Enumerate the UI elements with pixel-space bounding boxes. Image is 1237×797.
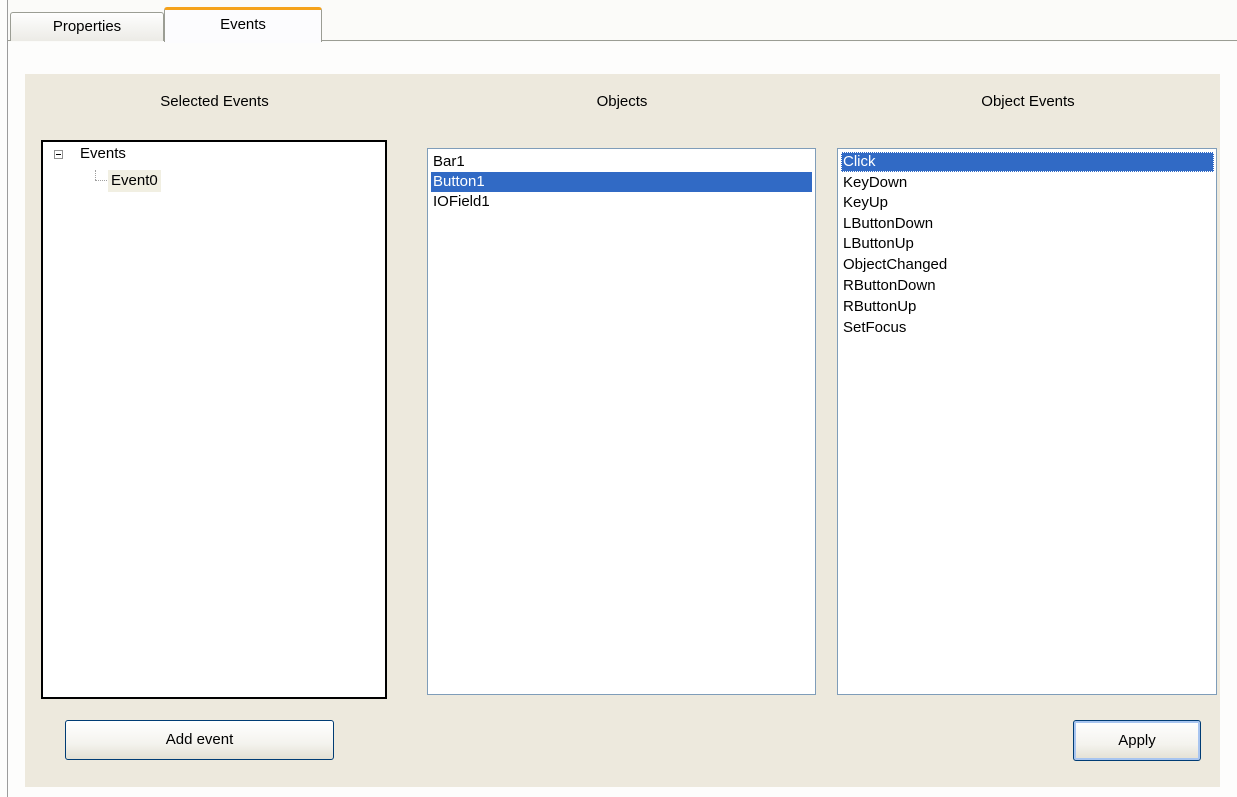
tree-node-events[interactable]: Events xyxy=(80,143,126,165)
object-events-heading: Object Events xyxy=(981,93,1075,110)
tab-events[interactable]: Events xyxy=(164,7,322,43)
objects-list[interactable]: Bar1 Button1 IOField1 xyxy=(427,148,816,695)
selected-events-heading: Selected Events xyxy=(160,93,269,110)
list-item-setfocus[interactable]: SetFocus xyxy=(841,318,1211,338)
tree-connector-line xyxy=(95,180,107,181)
list-item-click[interactable]: Click xyxy=(841,152,1214,172)
list-item-objectchanged[interactable]: ObjectChanged xyxy=(841,255,1211,275)
objects-heading: Objects xyxy=(596,93,648,110)
list-item-rbuttonup[interactable]: RButtonUp xyxy=(841,297,1211,317)
apply-button[interactable]: Apply xyxy=(1073,720,1201,761)
tree-connector-line xyxy=(95,170,96,180)
list-item-iofield1[interactable]: IOField1 xyxy=(431,192,810,212)
events-dialog: Properties Events Selected Events Object… xyxy=(0,0,1237,797)
list-item-lbuttondown[interactable]: LButtonDown xyxy=(841,214,1211,234)
tree-node-event0[interactable]: Event0 xyxy=(108,170,161,192)
list-item-rbuttondown[interactable]: RButtonDown xyxy=(841,276,1211,296)
list-item-button1[interactable]: Button1 xyxy=(431,172,812,192)
list-item-bar1[interactable]: Bar1 xyxy=(431,152,810,172)
window-left-border xyxy=(7,0,8,797)
list-item-keydown[interactable]: KeyDown xyxy=(841,173,1211,193)
list-item-lbuttonup[interactable]: LButtonUp xyxy=(841,234,1211,254)
list-item-keyup[interactable]: KeyUp xyxy=(841,193,1211,213)
add-event-button[interactable]: Add event xyxy=(65,720,334,760)
collapse-minus-icon[interactable] xyxy=(54,150,63,159)
object-events-list[interactable]: Click KeyDown KeyUp LButtonDown LButtonU… xyxy=(837,148,1217,695)
tab-properties[interactable]: Properties xyxy=(10,12,164,41)
selected-events-tree[interactable]: Events Event0 xyxy=(41,140,387,699)
